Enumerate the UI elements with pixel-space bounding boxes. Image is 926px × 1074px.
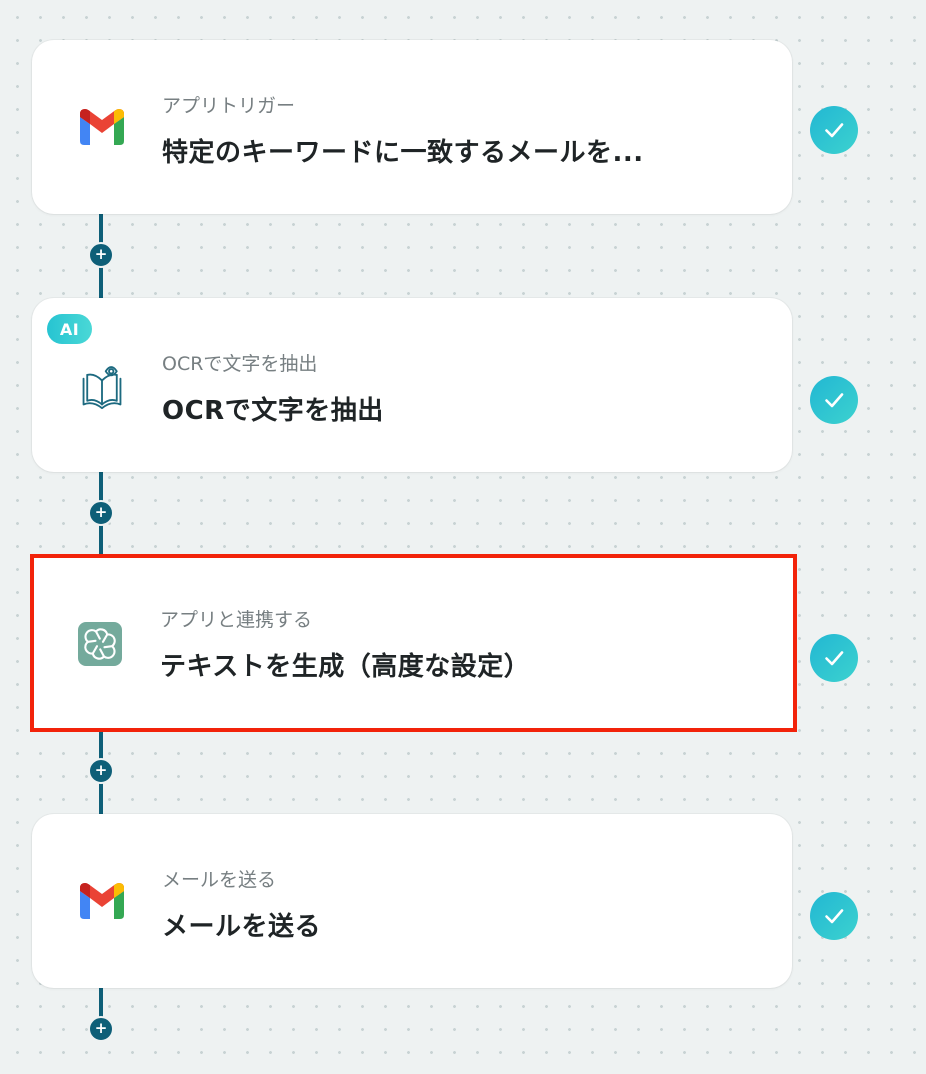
- add-step-button[interactable]: +: [88, 1016, 114, 1042]
- flow-step-card-send-mail[interactable]: メールを送る メールを送る: [32, 814, 792, 988]
- step-title: 特定のキーワードに一致するメールを...: [162, 138, 644, 168]
- step-type-label: アプリと連携する: [160, 609, 313, 631]
- plus-icon: +: [94, 761, 108, 779]
- add-step-button[interactable]: +: [88, 242, 114, 268]
- plus-icon: +: [94, 503, 108, 521]
- step-type-label: メールを送る: [162, 869, 277, 891]
- check-icon: [810, 106, 858, 154]
- step-type-label: アプリトリガー: [162, 95, 296, 117]
- check-icon: [810, 376, 858, 424]
- check-icon: [810, 892, 858, 940]
- add-step-button[interactable]: +: [88, 500, 114, 526]
- gmail-icon: [78, 880, 126, 922]
- check-icon: [810, 634, 858, 682]
- step-title: テキストを生成（高度な設定）: [160, 652, 531, 682]
- flow-step-card-trigger[interactable]: アプリトリガー 特定のキーワードに一致するメールを...: [32, 40, 792, 214]
- step-type-label: OCRで文字を抽出: [162, 353, 318, 375]
- flow-step-card-ocr[interactable]: OCRで文字を抽出 OCRで文字を抽出: [32, 298, 792, 472]
- ocr-book-icon: [78, 358, 126, 414]
- flow-step-card-generate-text[interactable]: アプリと連携する テキストを生成（高度な設定）: [30, 554, 797, 732]
- step-title: メールを送る: [162, 912, 322, 942]
- step-title: OCRで文字を抽出: [162, 396, 384, 426]
- chatgpt-icon: [76, 620, 124, 668]
- plus-icon: +: [94, 1019, 108, 1037]
- ai-badge: AI: [47, 314, 92, 344]
- add-step-button[interactable]: +: [88, 758, 114, 784]
- gmail-icon: [78, 106, 126, 148]
- plus-icon: +: [94, 245, 108, 263]
